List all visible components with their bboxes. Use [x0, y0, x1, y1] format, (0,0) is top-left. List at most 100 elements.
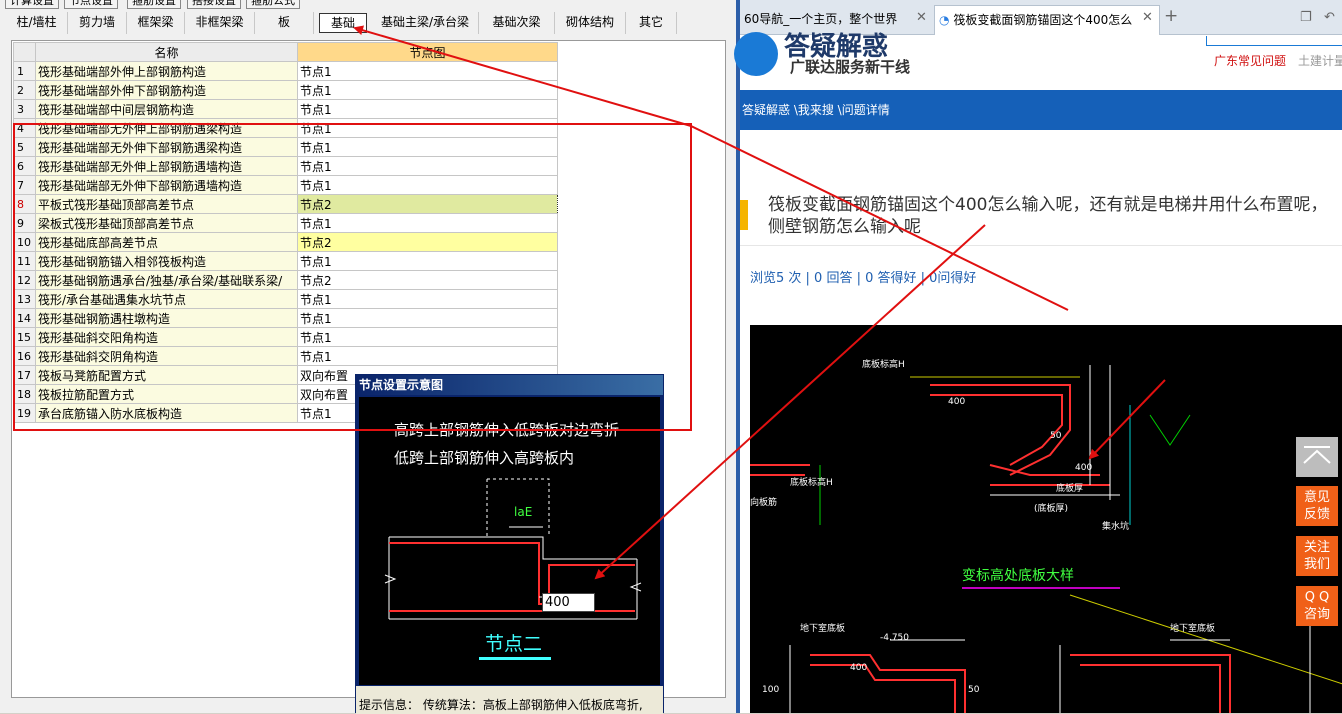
cad-label: 底板厚 — [1056, 484, 1084, 494]
lae-label: laE — [514, 505, 533, 519]
row-number: 12 — [13, 270, 36, 290]
follow-label: 关注 我们 — [1303, 540, 1330, 572]
table-row[interactable]: 12 筏形基础钢筋遇承台/独基/承台梁/基础联系梁/节点2 — [13, 270, 558, 290]
category-tabs: 柱/墙柱 剪力墙 框架梁 非框架梁 板 基础 基础主梁/承台梁 基础次梁 砌体结… — [6, 12, 728, 34]
setting-name-cell: 筏形基础端部外伸下部钢筋构造 — [35, 80, 298, 100]
node-value-cell[interactable]: 节点1 — [297, 327, 558, 347]
browser-window: 60导航_一个主页，整个世界 ✕ ◔ 筏板变截面钢筋锚固这个400怎么 ✕ + … — [734, 0, 1342, 713]
node-value-cell[interactable]: 节点1 — [297, 137, 558, 157]
search-box[interactable] — [1206, 36, 1342, 46]
link-civil-measure[interactable]: 土建计量 — [1298, 52, 1342, 69]
cad-label: 向板筋 — [750, 498, 778, 508]
table-row[interactable]: 16 筏形基础斜交阴角构造 节点1 — [13, 346, 558, 366]
table-row[interactable]: 2 筏形基础端部外伸下部钢筋构造 节点1 — [13, 80, 558, 100]
cad-label: 底板标高H — [790, 478, 833, 488]
node-value-cell[interactable]: 节点1 — [297, 118, 558, 138]
node-value-cell[interactable]: 节点1 — [297, 213, 558, 233]
node-value-cell[interactable]: 节点1 — [297, 289, 558, 309]
table-row[interactable]: 14 筏形基础钢筋遇柱墩构造 节点1 — [13, 308, 558, 328]
tab-node-settings[interactable]: 节点设置 — [64, 0, 118, 9]
node-value-cell[interactable]: 节点1 — [297, 61, 558, 81]
node-value-cell[interactable]: 节点2 — [297, 232, 558, 252]
table-row[interactable]: 8 平板式筏形基础顶部高差节点 节点2 — [13, 194, 558, 214]
cat-tab-other[interactable]: 其它 — [626, 12, 677, 34]
cad-drawing — [750, 365, 1342, 713]
link-guangdong-faq[interactable]: 广东常见问题 — [1214, 52, 1286, 69]
cat-tab-foundation-main-beam[interactable]: 基础主梁/承台梁 — [372, 12, 479, 34]
row-number: 19 — [13, 403, 36, 423]
tab-calc-settings[interactable]: 计算设置 — [5, 0, 59, 9]
tab-lap-settings[interactable]: 搭接设置 — [187, 0, 241, 9]
cat-tab-frame-beam[interactable]: 框架梁 — [127, 12, 185, 34]
node-settings-window: 计算设置 节点设置 箍筋设置 搭接设置 箍筋公式 柱/墙柱 剪力墙 框架梁 非框… — [0, 0, 736, 714]
table-row[interactable]: 13 筏形/承台基础遇集水坑节点 节点1 — [13, 289, 558, 309]
node-value-cell[interactable]: 节点1 — [297, 99, 558, 119]
table-row[interactable]: 1 筏形基础端部外伸上部钢筋构造 节点1 — [13, 61, 558, 81]
row-number: 7 — [13, 175, 36, 195]
setting-name-cell: 筏形基础斜交阴角构造 — [35, 346, 298, 366]
setting-name-cell: 筏形基础端部无外伸上部钢筋遇墙构造 — [35, 156, 298, 176]
node-value-cell[interactable]: 节点1 — [297, 80, 558, 100]
cat-tab-shear-wall[interactable]: 剪力墙 — [68, 12, 127, 34]
feedback-button[interactable]: 意见 反馈 — [1296, 486, 1338, 526]
cat-tab-slab[interactable]: 板 — [255, 12, 314, 34]
qq-consult-button[interactable]: Q Q 咨询 — [1296, 586, 1338, 626]
row-number: 5 — [13, 137, 36, 157]
cat-tab-column[interactable]: 柱/墙柱 — [6, 12, 68, 34]
browser-tab-question-label: 筏板变截面钢筋锚固这个400怎么 — [953, 13, 1133, 27]
anchor-length-input[interactable]: 400 — [542, 593, 595, 612]
cad-label: 50 — [968, 685, 980, 695]
column-header-node: 节点图 — [297, 42, 558, 62]
table-row[interactable]: 9 梁板式筏形基础顶部高差节点 节点1 — [13, 213, 558, 233]
browser-tab-nav-label: 60导航_一个主页，整个世界 — [744, 12, 898, 26]
node-value-cell[interactable]: 节点1 — [297, 346, 558, 366]
browser-tab-question[interactable]: ◔ 筏板变截面钢筋锚固这个400怎么 — [934, 5, 1160, 35]
break-mark-left — [384, 574, 397, 584]
table-row[interactable]: 6 筏形基础端部无外伸上部钢筋遇墙构造 节点1 — [13, 156, 558, 176]
node-value-cell[interactable]: 节点1 — [297, 308, 558, 328]
table-row[interactable]: 10 筏形基础底部高差节点 节点2 — [13, 232, 558, 252]
setting-name-cell: 筏形/承台基础遇集水坑节点 — [35, 289, 298, 309]
table-row[interactable]: 7 筏形基础端部无外伸下部钢筋遇墙构造 节点1 — [13, 175, 558, 195]
table-row[interactable]: 3 筏形基础端部中间层钢筋构造 节点1 — [13, 99, 558, 119]
back-to-top-button[interactable] — [1296, 437, 1338, 477]
break-mark-right — [629, 582, 642, 592]
close-icon[interactable]: ✕ — [1142, 10, 1153, 25]
cat-tab-nonframe-beam[interactable]: 非框架梁 — [185, 12, 255, 34]
table-row[interactable]: 5 筏形基础端部无外伸下部钢筋遇梁构造 节点1 — [13, 137, 558, 157]
setting-name-cell: 筏形基础端部外伸上部钢筋构造 — [35, 61, 298, 81]
row-number: 11 — [13, 251, 36, 271]
follow-us-button[interactable]: 关注 我们 — [1296, 536, 1338, 576]
tab-list-icon[interactable]: ❐ — [1300, 10, 1312, 25]
setting-name-cell: 筏板拉筋配置方式 — [35, 384, 298, 404]
breadcrumb[interactable]: 答疑解惑 \我来搜 \问题详情 — [740, 90, 1342, 130]
table-row[interactable]: 15 筏形基础斜交阳角构造 节点1 — [13, 327, 558, 347]
row-number: 4 — [13, 118, 36, 138]
new-tab-icon[interactable]: + — [1164, 6, 1178, 26]
table-row[interactable]: 4 筏形基础端部无外伸上部钢筋遇梁构造 节点1 — [13, 118, 558, 138]
cad-label: 400 — [948, 397, 966, 407]
cad-label: 底板标高H — [862, 360, 905, 370]
row-number: 18 — [13, 384, 36, 404]
row-number: 14 — [13, 308, 36, 328]
info-text: 提示信息： 传统算法：高板上部钢筋伸入低板底弯折, — [356, 686, 663, 714]
node-value-cell[interactable]: 节点1 — [297, 251, 558, 271]
cad-label: -4.750 — [880, 633, 910, 643]
node-value-cell[interactable]: 节点2 — [297, 270, 558, 290]
node-title: 节点二 — [485, 633, 543, 655]
cat-tab-foundation-secondary-beam[interactable]: 基础次梁 — [479, 12, 555, 34]
node-value-cell[interactable]: 节点1 — [297, 156, 558, 176]
row-number: 15 — [13, 327, 36, 347]
cat-tab-foundation[interactable]: 基础 — [319, 13, 367, 33]
undo-close-icon[interactable]: ↶ — [1324, 10, 1335, 25]
close-icon[interactable]: ✕ — [916, 10, 927, 25]
node-value-cell[interactable]: 节点2 — [297, 194, 558, 214]
tab-stirrup-settings[interactable]: 箍筋设置 — [127, 0, 181, 9]
node-value-cell[interactable]: 节点1 — [297, 175, 558, 195]
column-header-name: 名称 — [35, 42, 298, 62]
cat-tab-masonry[interactable]: 砌体结构 — [555, 12, 626, 34]
setting-name-cell: 梁板式筏形基础顶部高差节点 — [35, 213, 298, 233]
table-row[interactable]: 11 筏形基础钢筋锚入相邻筏板构造 节点1 — [13, 251, 558, 271]
tab-stirrup-formula[interactable]: 箍筋公式 — [246, 0, 300, 9]
feedback-label: 意见 反馈 — [1303, 490, 1330, 522]
